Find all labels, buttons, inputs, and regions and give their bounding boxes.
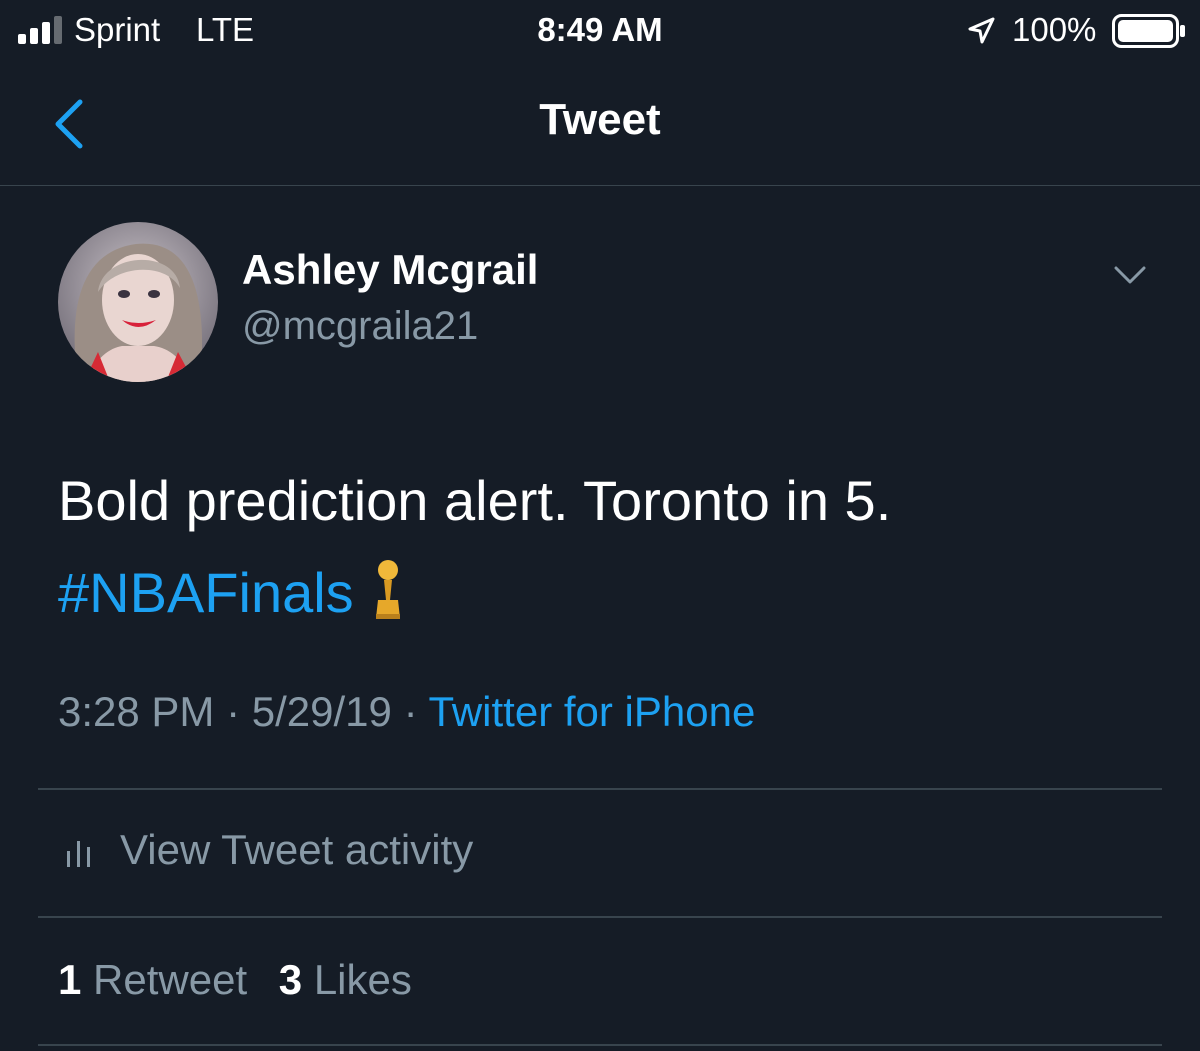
- retweet-count: 1: [58, 956, 82, 1003]
- location-arrow-icon: [968, 17, 995, 44]
- meta-separator: ·: [403, 688, 418, 735]
- like-count: 3: [278, 956, 303, 1003]
- tweet-stats: 1 Retweet 3 Likes: [58, 956, 412, 1004]
- battery-percent: 100%: [1012, 11, 1097, 48]
- meta-separator: ·: [226, 688, 241, 735]
- chevron-down-icon[interactable]: [1112, 262, 1148, 290]
- page-title: Tweet: [539, 95, 661, 144]
- like-label: Likes: [313, 956, 412, 1003]
- author-handle[interactable]: @mcgraila21: [242, 304, 478, 349]
- tweet-text: Bold prediction alert. Toronto in 5. #NB…: [58, 455, 1158, 639]
- status-bar: Sprint LTE 8:49 AM 100%: [0, 0, 1200, 64]
- divider: [38, 1044, 1162, 1046]
- view-activity-label: View Tweet activity: [120, 826, 474, 873]
- tweet-hashtag-line: #NBAFinals: [58, 547, 1158, 639]
- battery-icon: [1112, 14, 1185, 48]
- tweet-screen: Sprint LTE 8:49 AM 100% Tweet Ashley Mcg…: [0, 0, 1200, 1051]
- divider: [38, 916, 1162, 918]
- tweet-source-link[interactable]: Twitter for iPhone: [429, 688, 756, 735]
- divider: [38, 788, 1162, 790]
- trophy-icon: [375, 560, 400, 619]
- likes-stat[interactable]: 3 Likes: [279, 956, 412, 1003]
- retweet-label: Retweet: [93, 956, 248, 1003]
- tweet-time: 3:28 PM: [58, 688, 215, 735]
- bar-chart-icon: [67, 841, 90, 867]
- tweet-body-text: Bold prediction alert. Toronto in 5.: [58, 469, 892, 532]
- nav-bar: Tweet: [0, 64, 1200, 186]
- avatar[interactable]: [58, 222, 218, 382]
- tweet-date: 5/29/19: [251, 688, 392, 735]
- retweets-stat[interactable]: 1 Retweet: [58, 956, 247, 1003]
- author-name[interactable]: Ashley Mcgrail: [242, 246, 538, 294]
- tweet-meta: 3:28 PM · 5/29/19 · Twitter for iPhone: [58, 688, 755, 736]
- hashtag-link[interactable]: #NBAFinals: [58, 561, 354, 624]
- view-activity-button[interactable]: View Tweet activity: [64, 826, 473, 874]
